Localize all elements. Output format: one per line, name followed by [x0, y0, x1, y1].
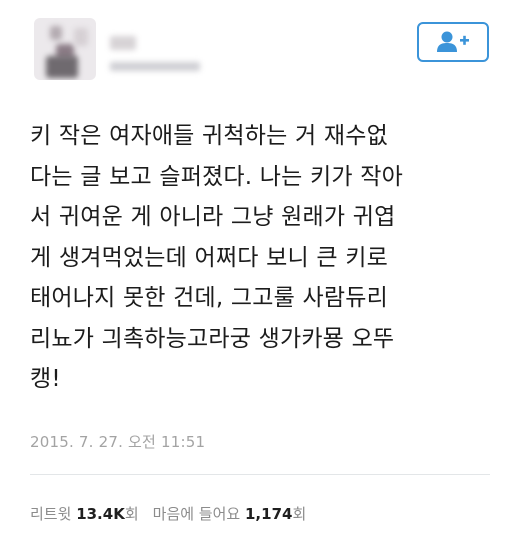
tweet-line: 캥!: [30, 366, 61, 392]
likes-label: 마음에 들어요: [152, 505, 241, 523]
tweet-line: 키 작은 여자애들 귀척하는 거 재수없: [30, 123, 388, 149]
avatar[interactable]: [34, 18, 96, 80]
tweet-stats: 리트윗 13.4K회 마음에 들어요 1,174회: [30, 503, 306, 524]
tweet-line: 게 생겨먹었는데 어쩌다 보니 큰 키로: [30, 244, 388, 271]
tweet-card: 키 작은 여자애들 귀척하는 거 재수없 다는 글 보고 슬퍼졌다. 나는 키가…: [0, 0, 507, 546]
add-user-icon: [437, 31, 469, 52]
likes-unit: 회: [292, 505, 307, 523]
retweet-count: 13.4K: [76, 505, 125, 523]
tweet-text: 키 작은 여자애들 귀척하는 거 재수없 다는 글 보고 슬퍼졌다. 나는 키가…: [30, 116, 490, 400]
divider: [30, 474, 490, 475]
retweet-label: 리트윗: [30, 505, 72, 523]
likes-stat[interactable]: 마음에 들어요 1,174회: [153, 505, 307, 523]
display-name[interactable]: [110, 36, 136, 50]
tweet-line: 태어나지 못한 건데, 그고룰 사람듀리: [30, 285, 388, 311]
username[interactable]: [110, 62, 200, 71]
likes-count: 1,174: [245, 505, 293, 523]
retweet-stat[interactable]: 리트윗 13.4K회: [30, 505, 139, 523]
tweet-line: 리뇨가 긔촉하능고라궁 생가카묭 오뚜: [30, 325, 395, 352]
retweet-unit: 회: [124, 505, 139, 523]
follow-button[interactable]: [417, 22, 489, 62]
tweet-line: 서 귀여운 게 아니라 그냥 원래가 귀엽: [30, 204, 396, 230]
tweet-timestamp[interactable]: 2015. 7. 27. 오전 11:51: [30, 431, 205, 452]
tweet-line: 다는 글 보고 슬퍼졌다. 나는 키가 작아: [30, 163, 403, 190]
